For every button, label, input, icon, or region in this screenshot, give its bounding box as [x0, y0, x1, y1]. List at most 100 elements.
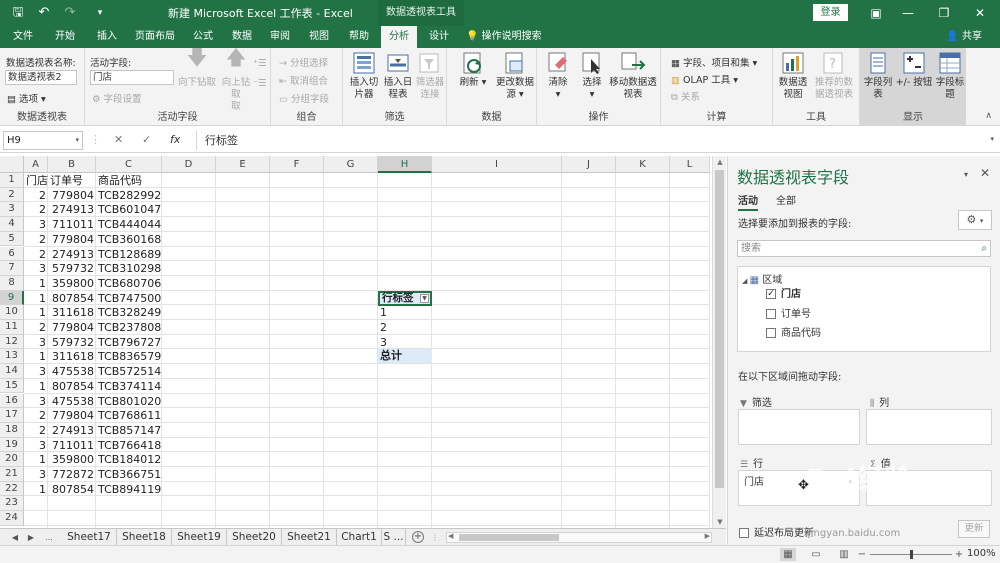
prev-sheet-icon[interactable]: ◀	[8, 529, 22, 546]
name-box[interactable]: H9 ▾	[3, 131, 83, 150]
table-cell[interactable]: 3	[24, 394, 48, 409]
horizontal-scroll-thumb[interactable]	[459, 534, 559, 541]
column-header-l[interactable]: L	[670, 156, 710, 173]
tab-active-fields[interactable]: 活动	[738, 192, 758, 211]
page-break-view-icon[interactable]: ▥	[836, 548, 852, 561]
sheet-tab[interactable]: Sheet18	[117, 529, 172, 546]
checkbox-icon[interactable]	[766, 309, 776, 319]
tell-me-search[interactable]: 💡 操作说明搜索	[466, 26, 566, 48]
clear-button[interactable]: 清除 ▾	[541, 51, 575, 101]
sheet-tab[interactable]: Sheet20	[227, 529, 282, 546]
pane-close-icon[interactable]: ✕	[980, 166, 990, 180]
table-cell[interactable]: 311618	[48, 305, 96, 320]
checkbox-icon[interactable]	[766, 328, 776, 338]
relationships-button[interactable]: ⧉ 关系	[671, 89, 700, 103]
table-cell[interactable]: 3	[24, 335, 48, 350]
filter-connections-button[interactable]: 筛选器连接	[415, 51, 445, 101]
table-cell[interactable]: TCB747500	[96, 291, 162, 306]
table-cell[interactable]: 779804	[48, 320, 96, 335]
pivot-row-item[interactable]: 2	[378, 320, 432, 335]
column-header-j[interactable]: J	[562, 156, 616, 173]
table-cell[interactable]: 1	[24, 379, 48, 394]
active-field-input[interactable]: 门店	[90, 70, 174, 85]
row-header[interactable]: 24	[0, 511, 24, 526]
expand-formula-icon[interactable]: ▾	[990, 135, 994, 143]
row-header[interactable]: 22	[0, 481, 24, 497]
table-cell[interactable]: 3	[24, 438, 48, 453]
row-header[interactable]: 3	[0, 202, 24, 218]
table-header-cell[interactable]: 订单号	[48, 173, 96, 188]
column-header-e[interactable]: E	[216, 156, 270, 173]
add-sheet-icon[interactable]: +	[412, 531, 424, 543]
select-button[interactable]: 选择 ▾	[575, 51, 609, 101]
row-header[interactable]: 8	[0, 275, 24, 291]
sheet-tab[interactable]: Sheet19	[172, 529, 227, 546]
table-cell[interactable]: 711011	[48, 217, 96, 232]
plus-minus-button[interactable]: +/- 按钮	[894, 51, 934, 89]
row-header[interactable]: 19	[0, 437, 24, 453]
group-field-button[interactable]: ▭ 分组字段	[279, 91, 329, 105]
sheet-tab[interactable]: Sheet17	[62, 529, 117, 546]
table-cell[interactable]: 2	[24, 202, 48, 217]
column-header-g[interactable]: G	[324, 156, 378, 173]
normal-view-icon[interactable]: ▦	[780, 548, 796, 561]
tab-insert[interactable]: 插入	[89, 26, 125, 48]
change-source-button[interactable]: 更改数据源 ▾	[495, 51, 535, 101]
pivot-grand-total[interactable]: 总计	[378, 349, 432, 364]
table-cell[interactable]: TCB444044	[96, 217, 162, 232]
fields-items-sets-button[interactable]: ▦ 字段、项目和集 ▾	[671, 55, 757, 69]
move-pivot-button[interactable]: 移动数据透视表	[609, 51, 657, 101]
table-cell[interactable]: 2	[24, 232, 48, 247]
tab-all-fields[interactable]: 全部	[776, 192, 796, 207]
table-cell[interactable]: 1	[24, 482, 48, 497]
pane-settings-button[interactable]: ⚙ ▾	[958, 210, 992, 230]
table-cell[interactable]: TCB796727	[96, 335, 162, 350]
table-cell[interactable]: 779804	[48, 408, 96, 423]
confirm-edit-icon[interactable]: ✓	[142, 133, 151, 146]
zoom-slider-knob[interactable]	[910, 550, 913, 559]
page-layout-view-icon[interactable]: ▭	[808, 548, 824, 561]
table-cell[interactable]: 3	[24, 364, 48, 379]
table-cell[interactable]: 274913	[48, 202, 96, 217]
ribbon-display-icon[interactable]: ▣	[866, 4, 886, 22]
table-cell[interactable]: TCB601047	[96, 202, 162, 217]
pivot-row-item[interactable]: 1	[378, 305, 432, 320]
save-icon[interactable]: 🖫	[8, 4, 28, 22]
table-cell[interactable]: 1	[24, 291, 48, 306]
zoom-level[interactable]: 100%	[967, 548, 996, 559]
table-cell[interactable]: 2	[24, 320, 48, 335]
field-settings-button[interactable]: ⚙ 字段设置	[92, 91, 142, 105]
table-cell[interactable]: 274913	[48, 423, 96, 438]
table-cell[interactable]: TCB680706	[96, 276, 162, 291]
options-button[interactable]: ▤ 选项 ▾	[7, 91, 46, 105]
table-cell[interactable]: 779804	[48, 188, 96, 203]
table-cell[interactable]: 2	[24, 188, 48, 203]
table-cell[interactable]: TCB572514	[96, 364, 162, 379]
cancel-edit-icon[interactable]: ✕	[114, 133, 123, 146]
table-cell[interactable]: 475538	[48, 364, 96, 379]
row-header[interactable]: 14	[0, 364, 24, 379]
field-headers-button[interactable]: 字段标题	[934, 51, 966, 101]
table-cell[interactable]: TCB836579	[96, 349, 162, 364]
table-cell[interactable]: TCB766418	[96, 438, 162, 453]
insert-slicer-button[interactable]: 插入切片器	[347, 51, 381, 101]
table-cell[interactable]: 711011	[48, 438, 96, 453]
column-header-a[interactable]: A	[24, 156, 48, 173]
recommended-pivot-button[interactable]: ? 推荐的数据透视表	[811, 51, 857, 101]
sheet-tab[interactable]: S ...	[382, 529, 406, 546]
row-header[interactable]: 1	[0, 173, 24, 188]
login-button[interactable]: 登录	[813, 4, 848, 21]
row-header[interactable]: 12	[0, 334, 24, 350]
table-cell[interactable]: TCB768611	[96, 408, 162, 423]
pivot-row-labels-header[interactable]: 行标签 ▼	[378, 290, 432, 306]
column-header-h[interactable]: H	[378, 156, 432, 173]
table-cell[interactable]: 2	[24, 423, 48, 438]
table-cell[interactable]: 579732	[48, 335, 96, 350]
table-cell[interactable]: TCB237808	[96, 320, 162, 335]
table-cell[interactable]: 359800	[48, 452, 96, 467]
tab-design[interactable]: 设计	[421, 26, 457, 48]
row-header[interactable]: 6	[0, 246, 24, 262]
table-cell[interactable]: 3	[24, 467, 48, 482]
column-header-i[interactable]: I	[432, 156, 562, 173]
table-cell[interactable]: TCB310298	[96, 261, 162, 276]
